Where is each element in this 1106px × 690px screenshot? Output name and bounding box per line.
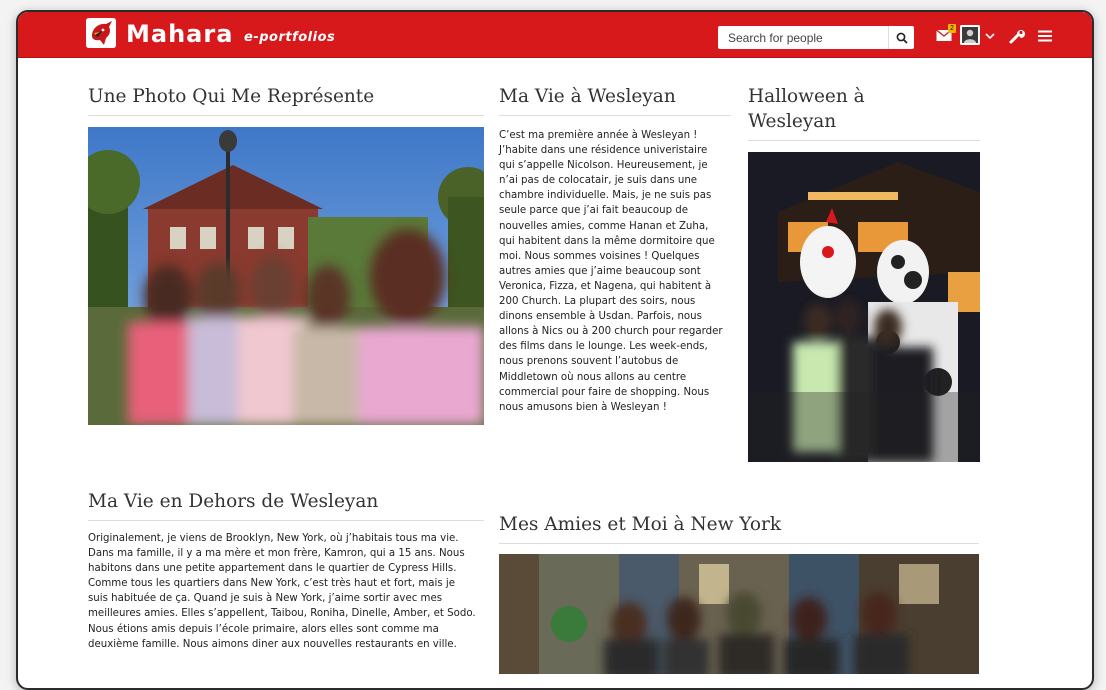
title-line: Wesleyan xyxy=(748,111,837,132)
paragraph-line: allons à Nics ou à 200 church pour regar… xyxy=(499,326,723,338)
wesleyan-life-title: Ma Vie à Wesleyan xyxy=(499,86,676,107)
paragraph-line: C’est ma première année à Wesleyan ! xyxy=(499,130,698,141)
paragraph-line: qui habitent dans la même dormitoire que xyxy=(499,235,715,247)
brand-name[interactable]: Mahara xyxy=(126,20,233,48)
site-header: Mahara e-portfolios 2 xyxy=(18,12,1092,58)
people-search xyxy=(718,26,914,49)
paragraph-line: moi. Nous sommes voisines ! Quelques xyxy=(499,250,700,262)
paragraph-line: J’habite dans une résidence univeristair… xyxy=(499,145,708,157)
divider xyxy=(88,520,484,521)
paragraph-line: Nous étions amis depuis l’école primaire… xyxy=(88,623,439,635)
paragraph-line: autres amies que j’aime beaucoup sont xyxy=(499,265,701,277)
browser-frame: Mahara e-portfolios 2 xyxy=(16,10,1094,690)
search-input[interactable] xyxy=(718,26,888,49)
paragraph-line: Dans ma famille, il y a ma mère et mon f… xyxy=(88,548,465,560)
paragraph-line: deuxième famille. Nous aimons diner aux … xyxy=(88,638,457,650)
paragraph-line: Originalement, je viens de Brooklyn, New… xyxy=(88,533,459,544)
paragraph-line: des films dans le lounge. Les week-ends, xyxy=(499,341,708,353)
divider xyxy=(88,115,484,116)
paragraph-line: dinons ensemble à Usdan. Parfois, nous xyxy=(499,311,702,323)
paragraph-line: Middletown où nous allons au centre xyxy=(499,371,687,383)
search-icon xyxy=(896,32,908,44)
paragraph-line: nouvelles amies, comme Hanan et Zuha, xyxy=(499,220,709,232)
halloween-title: Halloween à Wesleyan xyxy=(748,84,865,134)
paragraph-line: Comme tous les quartiers dans New York, … xyxy=(88,578,456,590)
paragraph-line: chambre individuelle. Mais, je ne suis p… xyxy=(499,190,712,202)
halloween-photo xyxy=(748,152,980,462)
paragraph-line: meilleures amies. Elles s’appellent, Tai… xyxy=(88,608,476,620)
wrench-icon[interactable] xyxy=(1008,26,1026,46)
paragraph-line: suis habituée de ça. Quand je suis à New… xyxy=(88,593,443,605)
brand-tagline: e-portfolios xyxy=(244,30,336,45)
paragraph-line: nous amusons bien à Wesleyan ! xyxy=(499,401,667,413)
paragraph-line: qui s’appelle Nicolson. Heureusement, je xyxy=(499,160,708,172)
photo-block-title: Une Photo Qui Me Représente xyxy=(88,86,375,107)
new-york-friends-photo xyxy=(499,554,979,674)
divider xyxy=(748,140,980,141)
notification-badge: 2 xyxy=(948,24,956,33)
divider xyxy=(499,115,731,116)
cardinal-logo-icon[interactable] xyxy=(86,18,116,48)
outside-life-title: Ma Vie en Dehors de Wesleyan xyxy=(88,491,379,512)
paragraph-line: n’ai pas de colocatair, je suis dans une xyxy=(499,175,698,187)
paragraph-line: 200 Church. La plupart des soirs, nous xyxy=(499,296,696,308)
title-line: Halloween à xyxy=(748,86,865,107)
ny-friends-title: Mes Amies et Moi à New York xyxy=(499,514,782,535)
paragraph-line: seule parce que j’ai fait beaucoup de xyxy=(499,205,689,217)
menu-icon[interactable] xyxy=(1036,26,1054,46)
paragraph-line: habitons dans une petite appartement dan… xyxy=(88,563,457,575)
paragraph-line: commercial pour faire de shopping. Nous xyxy=(499,386,710,398)
paragraph-line: Veronica, Fizza, et Nagena, qui habitent… xyxy=(499,280,712,292)
avatar[interactable] xyxy=(960,25,980,45)
divider xyxy=(499,543,979,544)
chevron-down-icon[interactable] xyxy=(984,26,996,46)
outside-life-text: Originalement, je viens de Brooklyn, New… xyxy=(88,531,498,652)
search-button[interactable] xyxy=(888,26,914,49)
wesleyan-life-text: C’est ma première année à Wesleyan ! J’h… xyxy=(499,128,739,415)
campus-group-photo xyxy=(88,127,484,425)
paragraph-line: nous prenons souvent l’autobus de xyxy=(499,356,679,368)
